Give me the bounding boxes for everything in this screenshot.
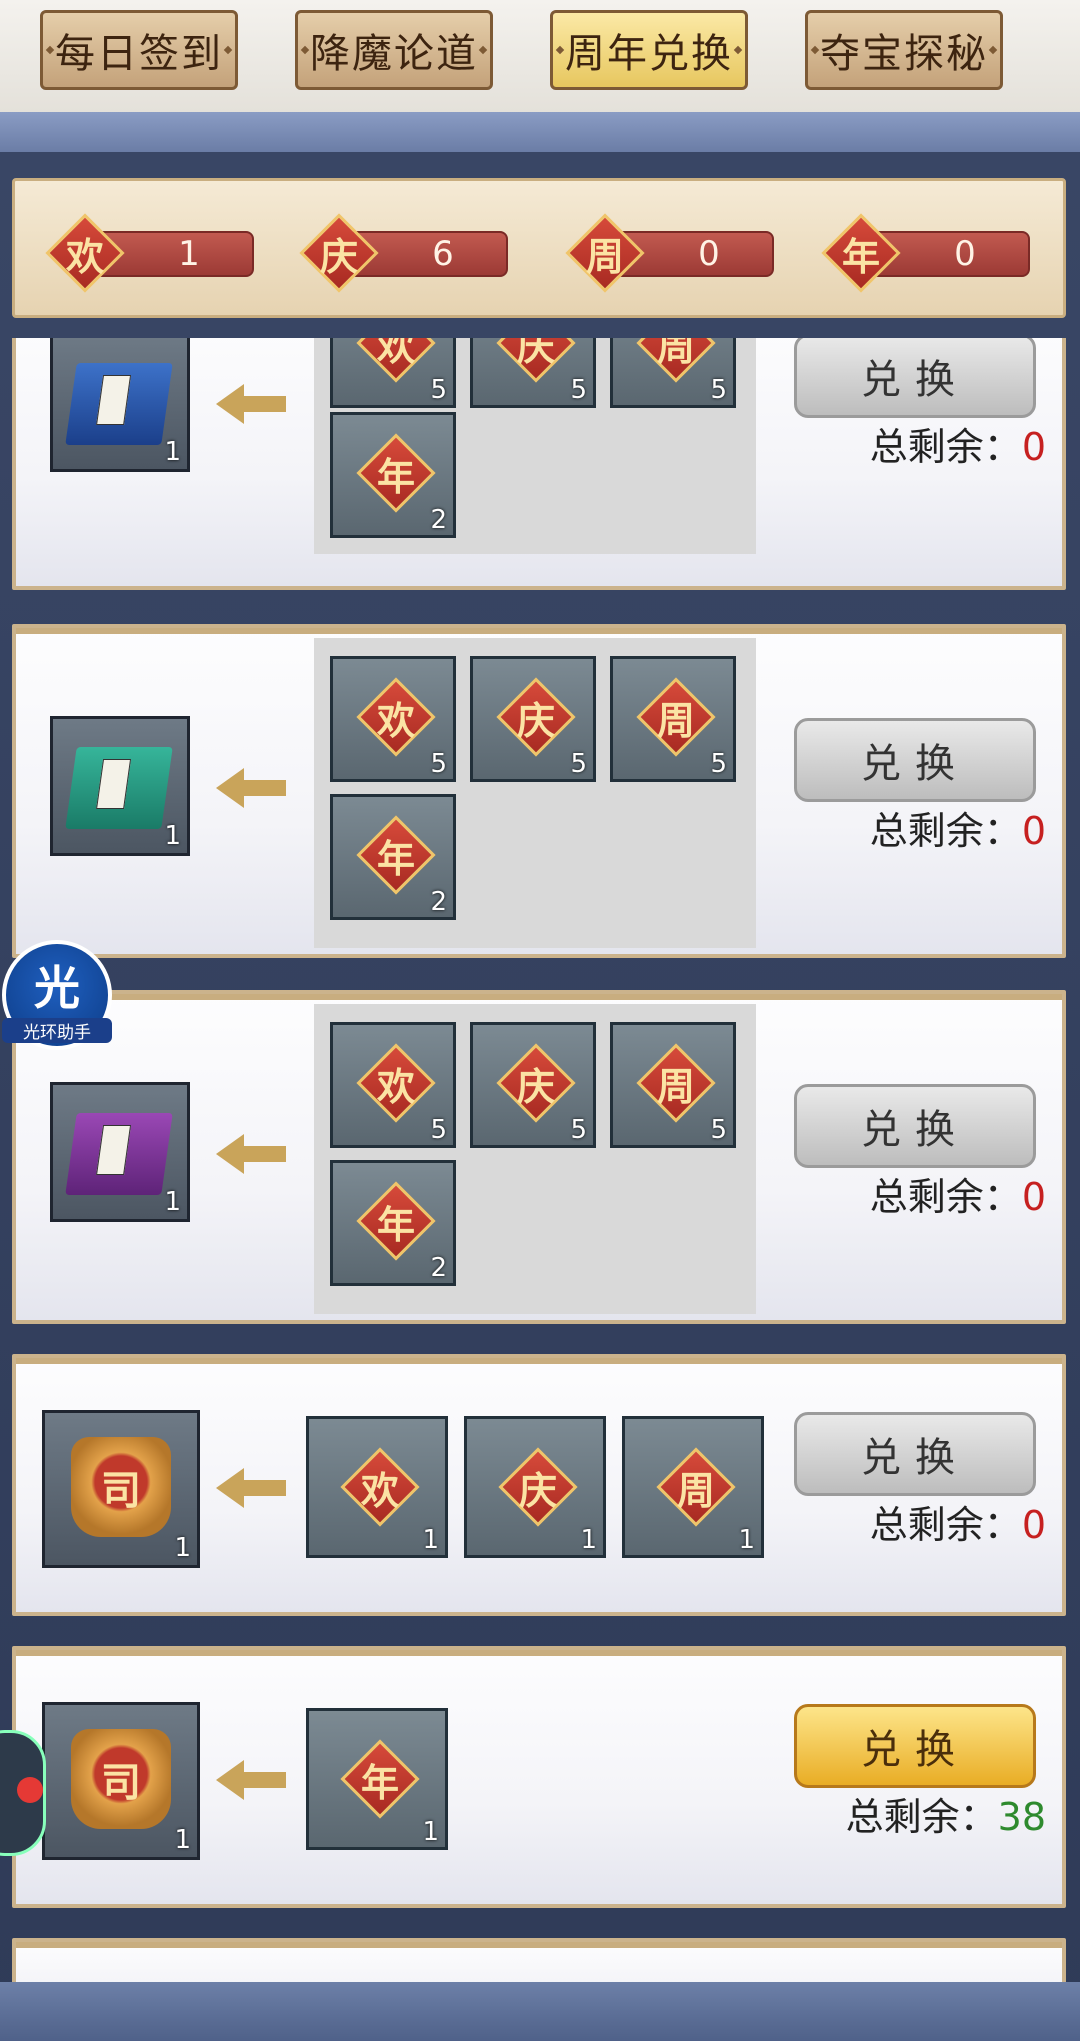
token-counter-zhou: 0 周	[559, 213, 774, 293]
arrow-left-icon	[216, 384, 286, 424]
arrow-left-icon	[216, 1134, 286, 1174]
exchange-button[interactable]: 兑换	[794, 1084, 1036, 1168]
reward-slot[interactable]: 1	[50, 1082, 190, 1222]
cost-slot-zhou[interactable]: 周 5	[610, 338, 736, 408]
tab-demon-debate[interactable]: 降魔论道	[295, 10, 493, 90]
exchange-button[interactable]: 兑换	[794, 338, 1036, 418]
huan-token-icon: 欢	[356, 338, 436, 383]
reward-slot[interactable]: 司 1	[42, 1702, 200, 1860]
qing-token-icon: 庆	[498, 1447, 578, 1527]
blue-skill-book-icon	[65, 363, 173, 445]
cost-slot-zhou[interactable]: 周 1	[622, 1416, 764, 1558]
floating-chat-bubble-icon[interactable]	[0, 1730, 46, 1856]
halo-assistant-float-button[interactable]: 光 光环助手	[2, 940, 112, 1050]
cost-slot-nian[interactable]: 年 2	[330, 1160, 456, 1286]
cost-slot-huan[interactable]: 欢 1	[306, 1416, 448, 1558]
qing-token-icon: 庆	[496, 338, 576, 383]
zhou-token-icon: 周	[636, 677, 716, 757]
cost-slot-huan[interactable]: 欢 5	[330, 656, 456, 782]
exchange-button-active[interactable]: 兑换	[794, 1704, 1036, 1788]
token-counter-bar: 1 欢 6 庆 0 周 0 年	[12, 178, 1066, 318]
exchange-button[interactable]: 兑换	[794, 718, 1036, 802]
qing-token-icon: 庆	[299, 213, 379, 293]
tab-daily-signin[interactable]: 每日签到	[40, 10, 238, 90]
zhou-token-icon: 周	[636, 1043, 716, 1123]
qing-token-icon: 庆	[496, 1043, 576, 1123]
qing-token-icon: 庆	[496, 677, 576, 757]
exchange-card: 司 1 年 1 兑换 总剩余：38	[12, 1646, 1066, 1908]
green-skill-book-icon	[65, 747, 173, 829]
remaining-count: 总剩余：38	[845, 1795, 1046, 1839]
arrow-left-icon	[216, 768, 286, 808]
tab-bar: 每日签到 降魔论道 周年兑换 夺宝探秘	[0, 0, 1080, 112]
reward-slot[interactable]: 1	[50, 716, 190, 856]
huan-token-icon: 欢	[356, 1043, 436, 1123]
huan-token-icon: 欢	[356, 677, 436, 757]
token-counter-nian: 0 年	[815, 213, 1030, 293]
cost-slot-huan[interactable]: 欢 5	[330, 1022, 456, 1148]
tab-anniversary-exchange[interactable]: 周年兑换	[550, 10, 748, 90]
cost-slot-nian[interactable]: 年 2	[330, 794, 456, 920]
arrow-left-icon	[216, 1468, 286, 1508]
arrow-left-icon	[216, 1760, 286, 1800]
reward-slot[interactable]: 1	[50, 338, 190, 472]
nian-token-icon: 年	[356, 1181, 436, 1261]
huan-token-icon: 欢	[340, 1447, 420, 1527]
header-divider	[0, 112, 1080, 152]
nian-token-icon: 年	[356, 815, 436, 895]
exchange-card: 司 1 欢 1 庆 1 周 1 兑换 总剩余：0	[12, 1354, 1066, 1616]
exchange-card: 1 欢 5 庆 5 周 5 年 2 兑换 总剩余：0	[12, 990, 1066, 1324]
remaining-count: 总剩余：0	[869, 1175, 1046, 1219]
token-counter-qing: 6 庆	[293, 213, 508, 293]
cost-slot-nian[interactable]: 年 1	[306, 1708, 448, 1850]
nian-token-icon: 年	[356, 433, 436, 513]
zhou-token-icon: 周	[565, 213, 645, 293]
cost-slot-zhou[interactable]: 周 5	[610, 1022, 736, 1148]
remaining-count: 总剩余：0	[869, 425, 1046, 469]
cost-slot-zhou[interactable]: 周 5	[610, 656, 736, 782]
zhou-token-icon: 周	[656, 1447, 736, 1527]
red-emblem-icon: 司	[71, 1437, 171, 1537]
cost-slot-huan[interactable]: 欢 5	[330, 338, 456, 408]
cost-slot-qing[interactable]: 庆 5	[470, 338, 596, 408]
exchange-card: 1 欢 5 庆 5 周 5 年 2 兑换 总剩余：0	[12, 338, 1066, 590]
bottom-frame	[0, 1982, 1080, 2041]
token-counter-huan: 1 欢	[39, 213, 254, 293]
exchange-card: 1 欢 5 庆 5 周 5 年 2 兑换 总剩余：0	[12, 624, 1066, 958]
remaining-count: 总剩余：0	[869, 1503, 1046, 1547]
tab-treasure-hunt[interactable]: 夺宝探秘	[805, 10, 1003, 90]
zhou-token-icon: 周	[636, 338, 716, 383]
exchange-list[interactable]: 1 欢 5 庆 5 周 5 年 2 兑换 总剩余：0 1 欢 5 庆 5 周 5…	[0, 338, 1080, 1998]
reward-slot[interactable]: 司 1	[42, 1410, 200, 1568]
huan-token-icon: 欢	[45, 213, 125, 293]
exchange-button[interactable]: 兑换	[794, 1412, 1036, 1496]
cost-slot-qing[interactable]: 庆 5	[470, 656, 596, 782]
cost-slot-nian[interactable]: 年 2	[330, 412, 456, 538]
purple-skill-book-icon	[65, 1113, 173, 1195]
cost-slot-qing[interactable]: 庆 5	[470, 1022, 596, 1148]
nian-token-icon: 年	[821, 213, 901, 293]
red-emblem-icon: 司	[71, 1729, 171, 1829]
remaining-count: 总剩余：0	[869, 809, 1046, 853]
nian-token-icon: 年	[340, 1739, 420, 1819]
cost-slot-qing[interactable]: 庆 1	[464, 1416, 606, 1558]
